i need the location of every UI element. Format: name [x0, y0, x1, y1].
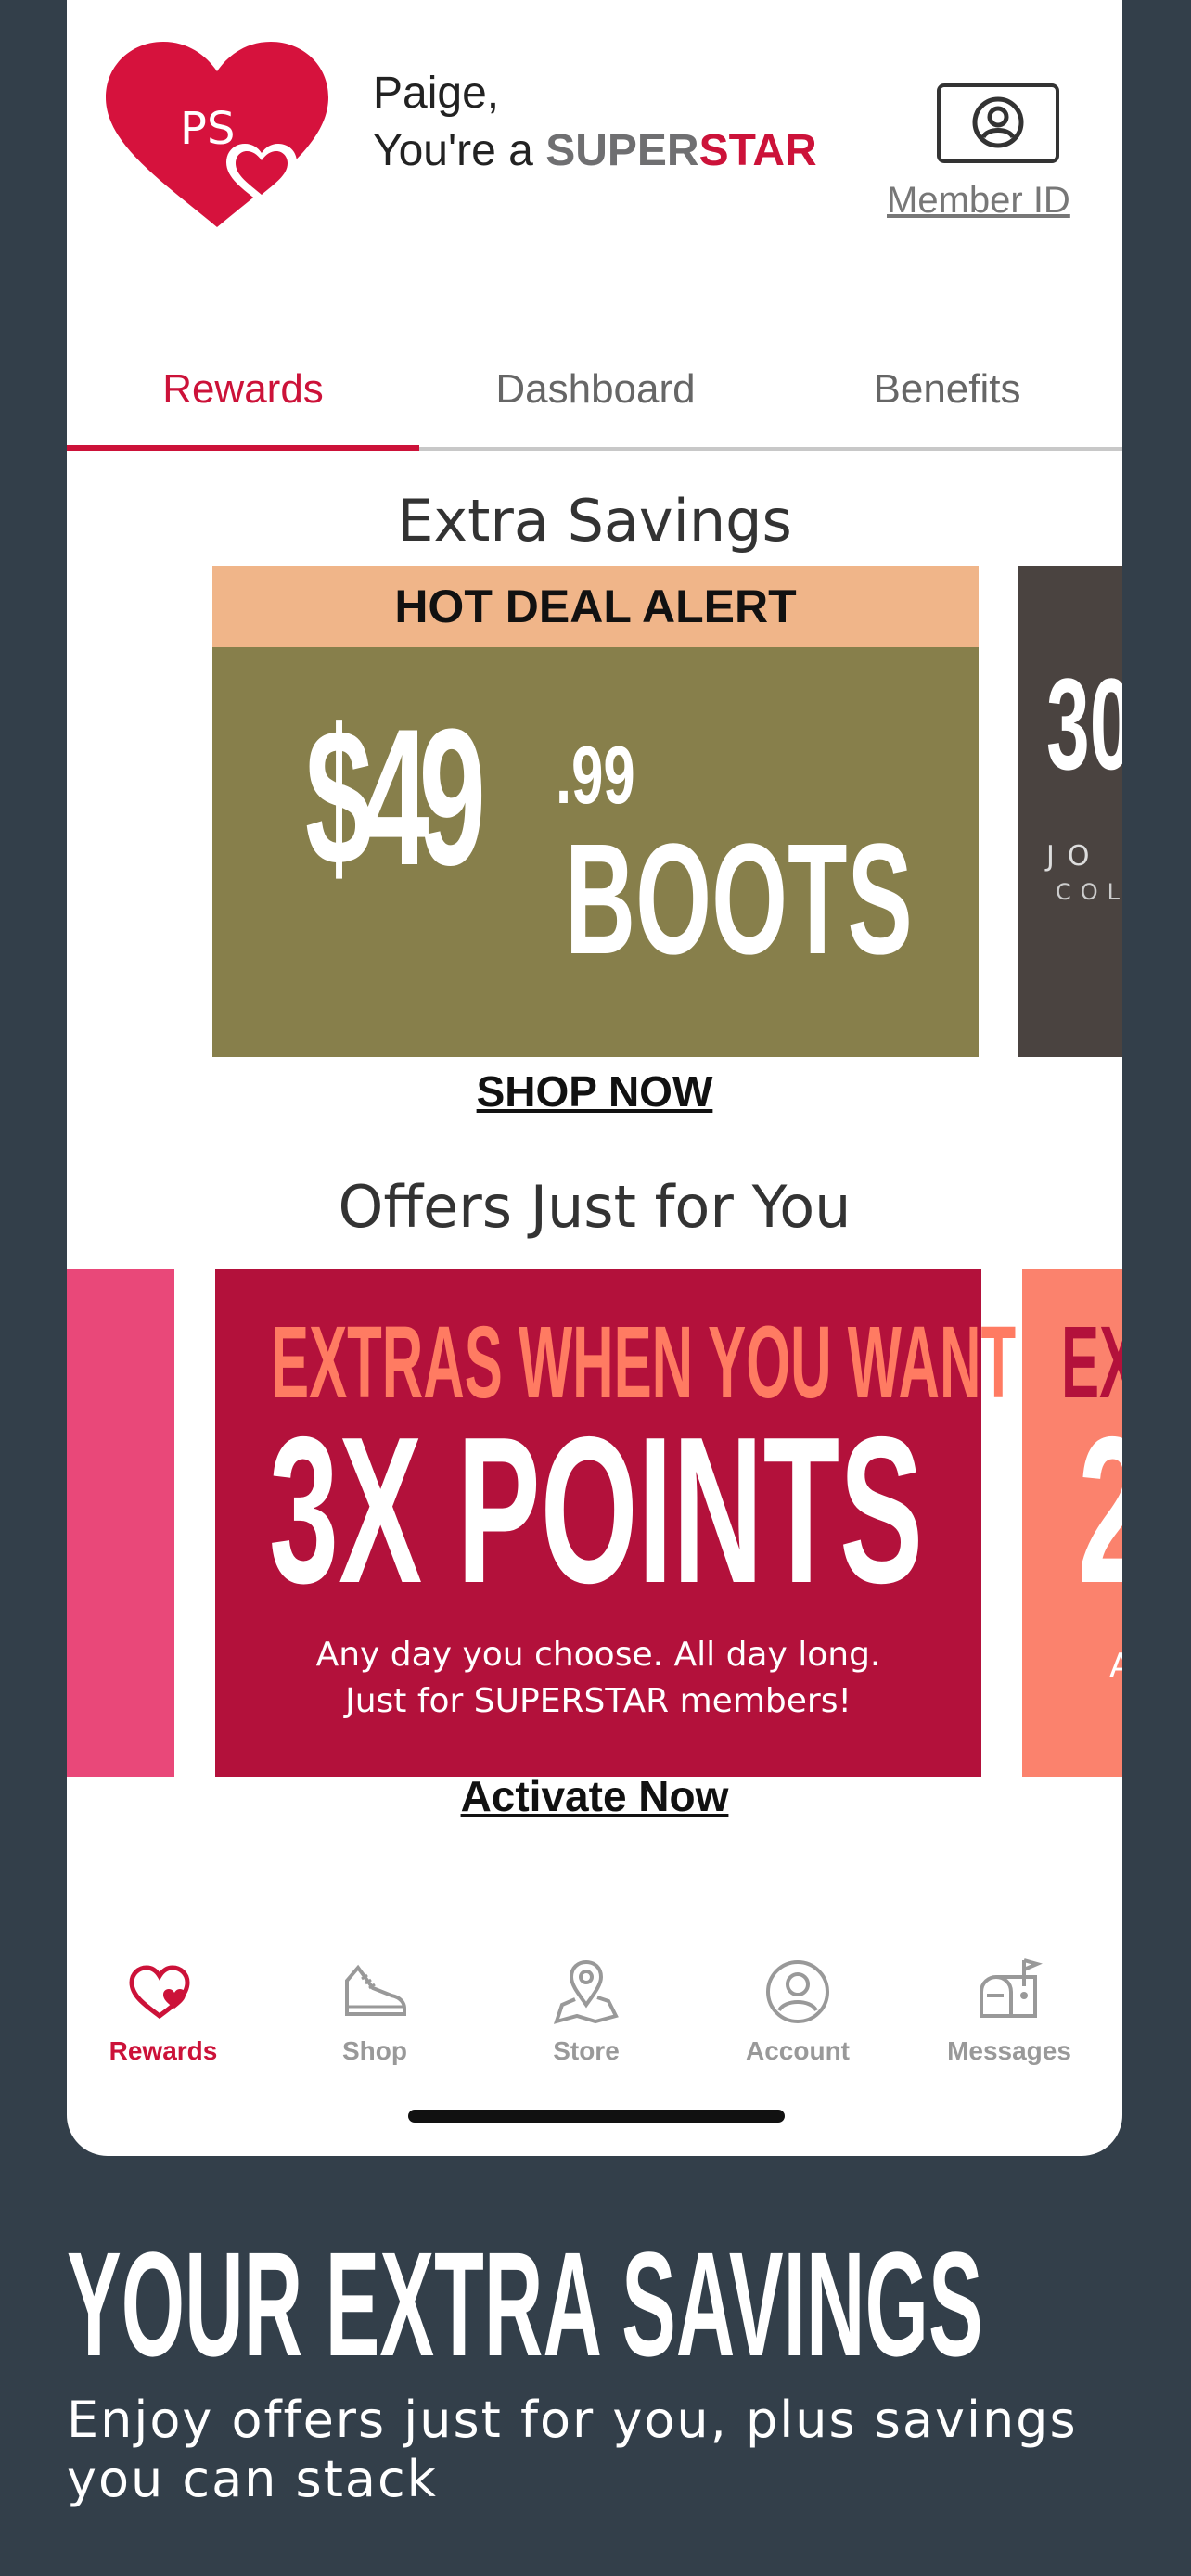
greeting-prefix: You're a	[373, 126, 546, 175]
deal-product: BOOTS	[565, 811, 913, 988]
avatar-initials: PS	[180, 103, 236, 155]
offer-sub-2: Just for SUPERSTAR members!	[345, 1682, 852, 1720]
greeting-name: Paige,	[373, 69, 500, 118]
home-indicator[interactable]	[408, 2110, 785, 2123]
tier-super: SUPER	[545, 126, 699, 175]
promo-subtitle-line-2: you can stack	[67, 2450, 438, 2508]
nav-messages-label: Messages	[947, 2036, 1071, 2065]
map-pin-icon	[553, 1959, 619, 2024]
shoe-icon	[345, 1964, 406, 2016]
nav-account[interactable]: Account	[714, 1955, 881, 2066]
offers-title: Offers Just for You	[338, 1173, 852, 1241]
peek-line-1: JO	[1046, 840, 1103, 873]
next-offer-card-peek[interactable]: EX 2 A	[1022, 1269, 1122, 1777]
nav-messages[interactable]: Messages	[926, 1955, 1093, 2066]
account-icon	[766, 1960, 829, 2023]
nav-shop-label: Shop	[342, 2036, 407, 2065]
activate-now-link[interactable]: Activate Now	[67, 1771, 1122, 1821]
active-tab-indicator	[67, 445, 419, 451]
member-id-card-button[interactable]	[937, 83, 1059, 163]
offer-big-text: 3X POINTS	[269, 1393, 924, 1626]
offer-card-3x-points[interactable]: EXTRAS WHEN YOU WANT 3X POINTS Any day y…	[215, 1269, 1016, 1777]
tier-star: STAR	[698, 126, 817, 175]
promo-subtitle-line-1: Enjoy offers just for you, plus savings	[67, 2391, 1078, 2449]
greeting: Paige, You're a SUPERSTAR	[373, 65, 817, 180]
peek-offer-sub: A	[1109, 1647, 1122, 1685]
nav-store[interactable]: Store	[503, 1955, 670, 2066]
phone-screen: PS Paige, You're a SUPERSTAR Member ID R…	[67, 0, 1122, 2156]
heart-icon	[129, 1965, 190, 2020]
deal-price: $49	[305, 688, 486, 906]
tab-dashboard[interactable]: Dashboard	[419, 332, 772, 447]
tab-bar: Rewards Dashboard Benefits	[67, 332, 1122, 451]
peek-offer-big: 2	[1078, 1398, 1122, 1621]
avatar[interactable]: PS	[106, 42, 328, 236]
nav-store-label: Store	[553, 2036, 620, 2065]
offer-description: Any day you choose. All day long. Just f…	[215, 1632, 981, 1725]
tab-benefits[interactable]: Benefits	[772, 332, 1122, 447]
peek-big-text: 30	[1046, 651, 1122, 797]
promo-title: YOUR EXTRA SAVINGS	[67, 2221, 983, 2387]
deal-banner: HOT DEAL ALERT	[212, 566, 979, 647]
prev-offer-card-peek[interactable]	[67, 1269, 174, 1777]
greeting-tier-line: You're a SUPERSTAR	[373, 122, 817, 180]
peek-line-2: COL	[1056, 879, 1122, 905]
mailbox-icon	[980, 1958, 1043, 2018]
nav-rewards[interactable]: Rewards	[80, 1955, 247, 2066]
member-card-icon	[972, 96, 1024, 148]
next-deal-card-peek[interactable]: 30 JO COL	[1018, 566, 1122, 1057]
tab-rewards[interactable]: Rewards	[67, 332, 419, 447]
member-id-link[interactable]: Member ID	[887, 180, 1070, 222]
nav-shop[interactable]: Shop	[291, 1955, 458, 2066]
offer-sub-1: Any day you choose. All day long.	[315, 1636, 881, 1674]
promo-subtitle: Enjoy offers just for you, plus savings …	[67, 2391, 1087, 2509]
nav-account-label: Account	[746, 2036, 850, 2065]
deal-price-cents: .99	[556, 729, 635, 821]
hot-deal-card[interactable]: HOT DEAL ALERT $49 .99 BOOTS	[212, 566, 979, 1057]
shop-now-link[interactable]: SHOP NOW	[67, 1066, 1122, 1116]
nav-rewards-label: Rewards	[109, 2036, 218, 2065]
extra-savings-title: Extra Savings	[397, 487, 792, 555]
